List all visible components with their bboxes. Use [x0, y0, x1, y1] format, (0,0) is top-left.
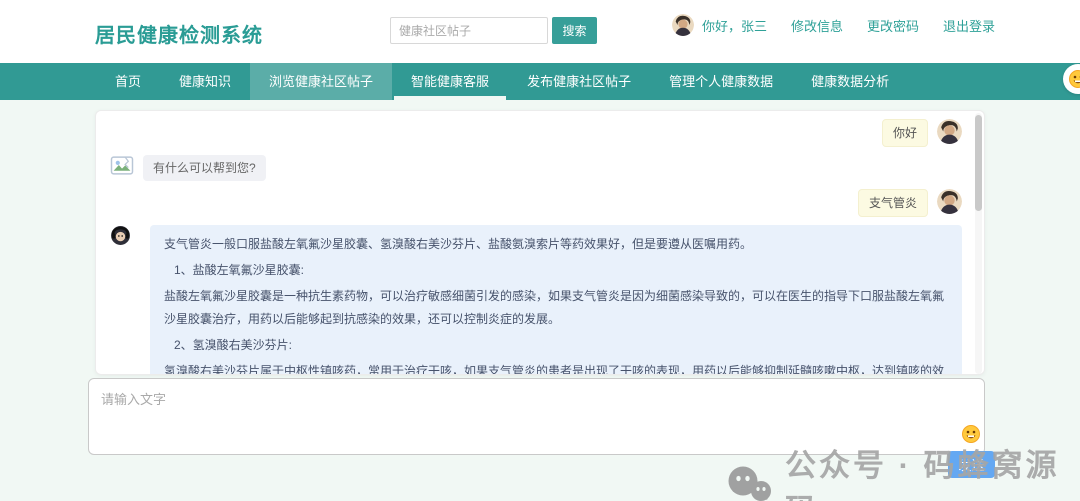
app-window: 居民健康检测系统 搜索 你好，张三 修改信息 更改密码 退出登录 首页 健康知识…: [0, 0, 1080, 501]
edit-info-link[interactable]: 修改信息: [791, 16, 843, 35]
nav-item-health-data-analysis[interactable]: 健康数据分析: [792, 63, 908, 100]
search-button[interactable]: 搜索: [552, 17, 597, 44]
logout-link[interactable]: 退出登录: [943, 16, 995, 35]
user-avatar-icon: [672, 14, 694, 36]
service-bot-avatar-icon: [110, 225, 131, 246]
chat-message-user: 你好: [110, 119, 962, 147]
change-password-link[interactable]: 更改密码: [867, 16, 919, 35]
broken-image-icon: [110, 155, 134, 176]
user-message-bubble: 支气管炎: [857, 189, 928, 217]
nav-item-manage-personal-health-data[interactable]: 管理个人健康数据: [650, 63, 792, 100]
chat-message-user: 支气管炎: [110, 189, 962, 217]
top-header: 居民健康检测系统 搜索 你好，张三 修改信息 更改密码 退出登录: [0, 0, 1080, 63]
chat-history-panel[interactable]: 你好 有什么可以帮到您? 支气管炎 支气管炎一般口服盐酸左氧氟沙星胶囊、氢溴酸右…: [95, 110, 985, 375]
answer-paragraph: 盐酸左氧氟沙星胶囊是一种抗生素药物，可以治疗敏感细菌引发的感染，如果支气管炎是因…: [164, 289, 945, 326]
wechat-logo-icon: [727, 465, 773, 501]
answer-paragraph: 支气管炎一般口服盐酸左氧氟沙星胶囊、氢溴酸右美沙芬片、盐酸氨溴索片等药效果好，但…: [164, 237, 753, 251]
nav-item-browse-community-posts[interactable]: 浏览健康社区帖子: [250, 63, 393, 100]
bot-message-bubble: 有什么可以帮到您?: [143, 155, 266, 181]
message-composer: [88, 378, 985, 455]
message-input[interactable]: [88, 378, 985, 455]
answer-paragraph: 1、盐酸左氧氟沙星胶囊:: [174, 263, 305, 277]
app-title: 居民健康检测系统: [95, 25, 263, 47]
user-message-bubble: 你好: [881, 119, 928, 147]
nav-item-publish-community-post[interactable]: 发布健康社区帖子: [508, 63, 650, 100]
answer-paragraph: 2、氢溴酸右美沙芬片:: [174, 338, 293, 352]
search-bar: 搜索: [390, 17, 597, 44]
emoji-picker-icon[interactable]: [962, 425, 980, 443]
user-greeting: 你好，张三: [702, 18, 768, 34]
user-avatar-icon: [937, 189, 962, 214]
nav-item-health-knowledge[interactable]: 健康知识: [160, 63, 250, 100]
chat-scrollbar-thumb[interactable]: [975, 115, 982, 211]
answer-paragraph: 氢溴酸右美沙芬片属于中枢性镇咳药，常用于治疗干咳，如果支气管炎的患者是出现了干咳…: [164, 364, 945, 375]
nav-item-home[interactable]: 首页: [96, 63, 160, 100]
search-input[interactable]: [390, 17, 548, 44]
user-area: 你好，张三 修改信息 更改密码 退出登录: [672, 14, 995, 36]
chat-scrollbar[interactable]: [975, 113, 982, 374]
chat-message-bot-long: 支气管炎一般口服盐酸左氧氟沙星胶囊、氢溴酸右美沙芬片、盐酸氨溴索片等药效果好，但…: [110, 225, 962, 375]
chat-message-bot: 有什么可以帮到您?: [110, 155, 962, 181]
smiley-face-icon: [1069, 70, 1080, 88]
send-button[interactable]: 发送: [948, 451, 995, 478]
main-nav: 首页 健康知识 浏览健康社区帖子 智能健康客服 发布健康社区帖子 管理个人健康数…: [0, 63, 1080, 100]
bot-answer-bubble: 支气管炎一般口服盐酸左氧氟沙星胶囊、氢溴酸右美沙芬片、盐酸氨溴索片等药效果好，但…: [150, 225, 962, 375]
user-avatar-icon: [937, 119, 962, 144]
nav-item-smart-health-service[interactable]: 智能健康客服: [392, 63, 508, 100]
